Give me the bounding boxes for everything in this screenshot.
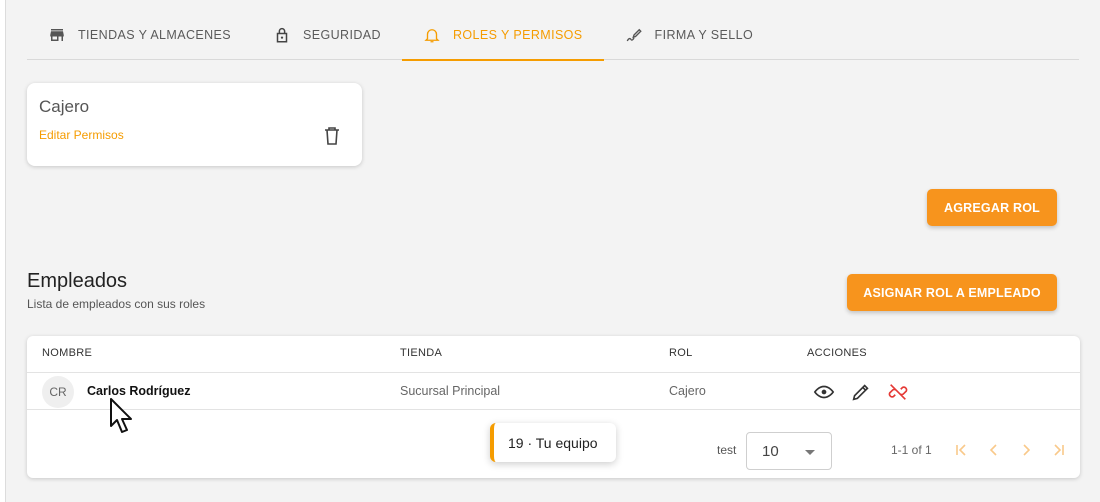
role-card: Cajero Editar Permisos [27, 83, 362, 166]
chevron-down-icon [805, 450, 815, 455]
toast-text: 19 · Tu equipo [508, 434, 598, 451]
role-name: Cajero [39, 97, 90, 116]
tab-label: SEGURIDAD [303, 27, 381, 42]
unlink-icon[interactable] [887, 381, 909, 403]
tab-firma-sello[interactable]: FIRMA Y SELLO [604, 10, 775, 60]
signature-icon [625, 26, 643, 44]
tab-label: FIRMA Y SELLO [654, 27, 754, 42]
employees-title: Empleados [27, 270, 128, 292]
tab-roles-permisos[interactable]: ROLES Y PERMISOS [401, 10, 604, 61]
tab-seguridad[interactable]: SEGURIDAD [252, 10, 402, 60]
store-icon [48, 26, 66, 44]
rows-per-page-value: 10 [762, 443, 779, 460]
add-role-button[interactable]: AGREGAR ROL [927, 189, 1057, 226]
table-header: NOMBRE TIENDA ROL ACCIONES [27, 336, 1080, 373]
team-toast[interactable]: 19 · Tu equipo [490, 423, 616, 462]
pencil-icon[interactable] [850, 381, 872, 403]
lock-icon [273, 26, 291, 44]
previous-page-icon[interactable] [986, 442, 1002, 458]
rows-per-page-select[interactable]: 10 [746, 432, 832, 470]
pagination-label: test [717, 443, 737, 457]
column-header-tienda[interactable]: TIENDA [400, 347, 442, 359]
tab-tiendas-almacenes[interactable]: TIENDAS Y ALMACENES [27, 10, 252, 60]
assign-role-button[interactable]: ASIGNAR ROL A EMPLEADO [847, 274, 1057, 311]
eye-icon[interactable] [813, 381, 835, 403]
pagination-range: 1-1 of 1 [891, 443, 932, 457]
mouse-cursor-icon [110, 398, 136, 436]
bell-icon [423, 26, 441, 44]
left-panel-edge [0, 0, 6, 502]
first-page-icon[interactable] [954, 442, 970, 458]
employee-role: Cajero [669, 384, 706, 398]
employee-store: Sucursal Principal [400, 384, 501, 398]
column-header-acciones: ACCIONES [807, 347, 867, 359]
tab-label: TIENDAS Y ALMACENES [78, 27, 232, 42]
edit-permissions-link[interactable]: Editar Permisos [39, 128, 124, 142]
column-header-nombre[interactable]: NOMBRE [42, 347, 92, 359]
table-row[interactable]: CR Carlos Rodríguez Sucursal Principal C… [27, 373, 1080, 410]
employees-subtitle: Lista de empleados con sus roles [27, 297, 206, 311]
column-header-rol[interactable]: ROL [669, 347, 693, 359]
settings-tabs: TIENDAS Y ALMACENES SEGURIDAD ROLES Y PE… [27, 10, 1079, 61]
tab-label: ROLES Y PERMISOS [452, 27, 583, 42]
avatar: CR [42, 376, 74, 408]
employee-name: Carlos Rodríguez [87, 384, 191, 398]
trash-icon[interactable] [323, 126, 341, 146]
last-page-icon[interactable] [1050, 442, 1066, 458]
next-page-icon[interactable] [1018, 442, 1034, 458]
